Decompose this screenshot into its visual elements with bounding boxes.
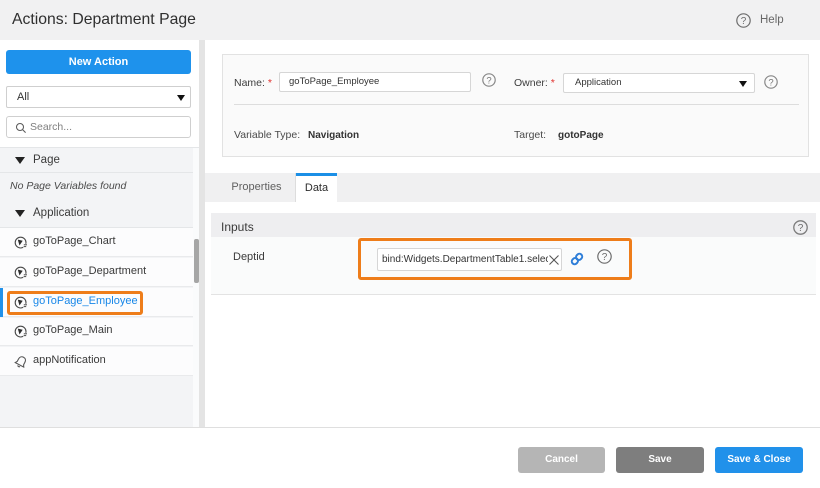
svg-text:?: ? xyxy=(798,223,804,234)
svg-text:?: ? xyxy=(741,16,747,27)
svg-text:?: ? xyxy=(602,252,608,263)
svg-text:?: ? xyxy=(486,75,491,86)
svg-text:?: ? xyxy=(768,77,773,88)
